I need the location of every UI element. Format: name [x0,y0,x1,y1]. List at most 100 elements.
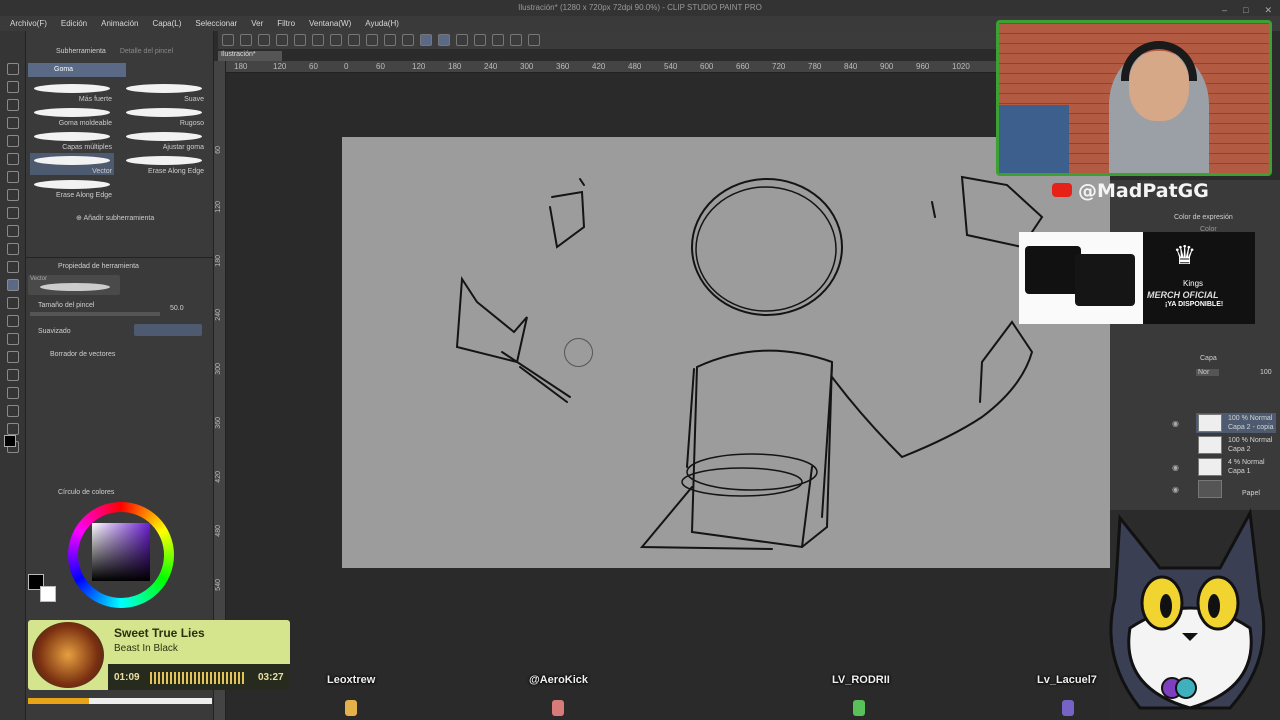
zoom-icon[interactable] [7,63,19,75]
rotate-icon[interactable] [510,34,522,46]
brush-erase-along-edge[interactable]: Erase Along Edge [122,153,206,175]
hand-icon[interactable] [7,81,19,93]
menu-help[interactable]: Ayuda(H) [365,19,399,28]
brush-stroke-preview [34,156,110,165]
open-icon[interactable] [240,34,252,46]
blend-mode-select[interactable]: Nor [1196,369,1220,376]
sub-color-chip[interactable] [40,586,56,602]
ruler-tick: 720 [772,62,786,71]
brush-goma-moldeable[interactable]: Goma moldeable [30,105,114,127]
smoothing-control[interactable] [134,324,202,336]
document-tab[interactable]: Ilustración* [218,51,282,61]
viewer-name: @AeroKick [529,674,589,686]
transform-icon[interactable] [366,34,378,46]
tab-brush-detail[interactable]: Detalle del pincel [120,48,173,60]
ruler-tick: 540 [664,62,678,71]
subtool-group-eraser[interactable]: Goma [28,63,126,77]
tab-subtool[interactable]: Subherramienta [30,48,106,60]
eye-icon[interactable]: ◉ [1172,463,1179,472]
menu-edit[interactable]: Edición [61,19,87,28]
brush-size-slider[interactable] [30,312,160,316]
ruler-tick: 60 [376,62,385,71]
elapsed-time: 01:09 [114,672,140,683]
cat-mascot [1100,508,1280,720]
undo-icon[interactable] [294,34,306,46]
ruler-tick: 480 [628,62,642,71]
operation-icon[interactable] [7,117,19,129]
eraser-icon[interactable] [7,279,19,291]
brush-rugoso[interactable]: Rugoso [122,105,206,127]
pencil-icon[interactable] [7,207,19,219]
ruler-tick: 300 [215,363,222,375]
menu-file[interactable]: Archivo(F) [10,19,47,28]
brush-size-value[interactable]: 50.0 [170,305,184,312]
text-icon[interactable] [7,405,19,417]
add-subtool-button[interactable]: ⊕ Añadir subherramienta [76,214,154,222]
blend-icon[interactable] [7,297,19,309]
album-art [32,622,104,688]
airbrush-icon[interactable] [7,243,19,255]
ruler-tick: 360 [556,62,570,71]
brush-suave[interactable]: Suave [122,81,206,103]
subtool-tabs: Subherramienta Detalle del pincel [30,48,210,60]
viewer-name: LV_RODRII [832,674,890,686]
crop-icon[interactable] [474,34,486,46]
menu-animation[interactable]: Animación [101,19,138,28]
menu-layer[interactable]: Capa(L) [153,19,182,28]
color-saturation-square[interactable] [92,523,150,581]
layer-name: Capa 2 - copia [1228,424,1274,431]
snap-ruler-icon[interactable] [420,34,432,46]
eyedropper-icon[interactable] [7,171,19,183]
ruler-tick: 60 [309,62,318,71]
pen-icon[interactable] [7,189,19,201]
layer-opacity[interactable]: 100 [1260,369,1272,376]
brush-erase-along-edge-2[interactable]: Erase Along Edge [30,177,114,199]
snap-grid-icon[interactable] [456,34,468,46]
lasso-icon[interactable] [7,135,19,147]
decoration-icon[interactable] [7,261,19,273]
brush-capas-multiples[interactable]: Capas múltiples [30,129,114,151]
eye-icon[interactable]: ◉ [1172,419,1179,428]
ruler-tick: 900 [880,62,894,71]
save-icon[interactable] [258,34,270,46]
new-icon[interactable] [222,34,234,46]
fill-tool-icon[interactable] [7,315,19,327]
viewer-name: Leoxtrew [327,674,376,686]
export-icon[interactable] [276,34,288,46]
menu-view[interactable]: Ver [251,19,263,28]
fit-icon[interactable] [528,34,540,46]
gradient-icon[interactable] [7,333,19,345]
main-color-swatch[interactable] [4,435,16,447]
frame-icon[interactable] [7,369,19,381]
menu-window[interactable]: Ventana(W) [309,19,351,28]
ruler-tick: 540 [215,579,222,591]
select-all-icon[interactable] [384,34,396,46]
move-icon[interactable] [7,99,19,111]
ruler-horizontal: 180 120 60 0 60 120 180 240 300 360 420 … [218,61,998,73]
brush-stroke-preview [34,180,110,189]
brush-mas-fuerte[interactable]: Más fuerte [30,81,114,103]
redo-icon[interactable] [312,34,324,46]
balloon-icon[interactable] [7,423,19,435]
deselect-icon[interactable] [402,34,414,46]
clear-icon[interactable] [330,34,342,46]
brush-ajustar-goma[interactable]: Ajustar goma [122,129,206,151]
brush-vector[interactable]: Vector [30,153,114,175]
ruler-tick: 660 [736,62,750,71]
color-panel-title: Círculo de colores [58,489,115,496]
menu-filter[interactable]: Filtro [277,19,295,28]
add-subtool-label: Añadir subherramienta [83,215,155,222]
figure-icon[interactable] [7,351,19,363]
eye-icon[interactable]: ◉ [1172,485,1179,494]
fill-icon[interactable] [348,34,360,46]
title-bar: Ilustración* (1280 x 720px 72dpi 90.0%) … [0,0,1280,16]
snap-special-ruler-icon[interactable] [438,34,450,46]
wand-icon[interactable] [7,153,19,165]
menu-select[interactable]: Seleccionar [195,19,237,28]
flip-icon[interactable] [492,34,504,46]
drawing-canvas[interactable] [342,137,1110,568]
shirt-image [1025,246,1081,294]
brush-icon[interactable] [7,225,19,237]
layer-name: Capa 2 [1228,446,1251,453]
ruler-icon[interactable] [7,387,19,399]
